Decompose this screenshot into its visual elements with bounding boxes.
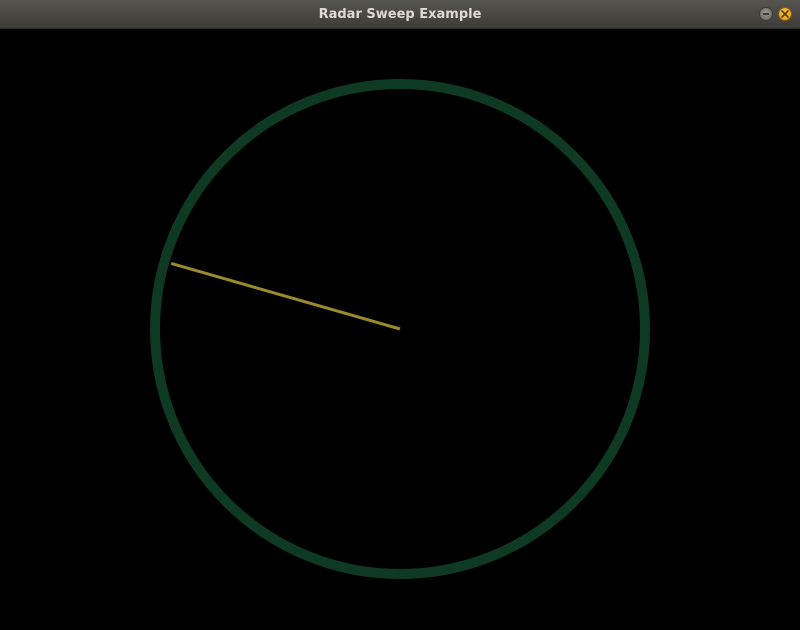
minimize-button[interactable] [759,7,773,21]
close-icon [781,10,789,18]
radar-display [150,79,650,579]
window-title: Radar Sweep Example [318,7,482,22]
app-window: Radar Sweep Example [0,0,800,630]
close-button[interactable] [778,7,792,21]
radar-canvas [0,29,800,630]
title-bar[interactable]: Radar Sweep Example [0,0,800,29]
radar-sweep-line [170,261,401,331]
